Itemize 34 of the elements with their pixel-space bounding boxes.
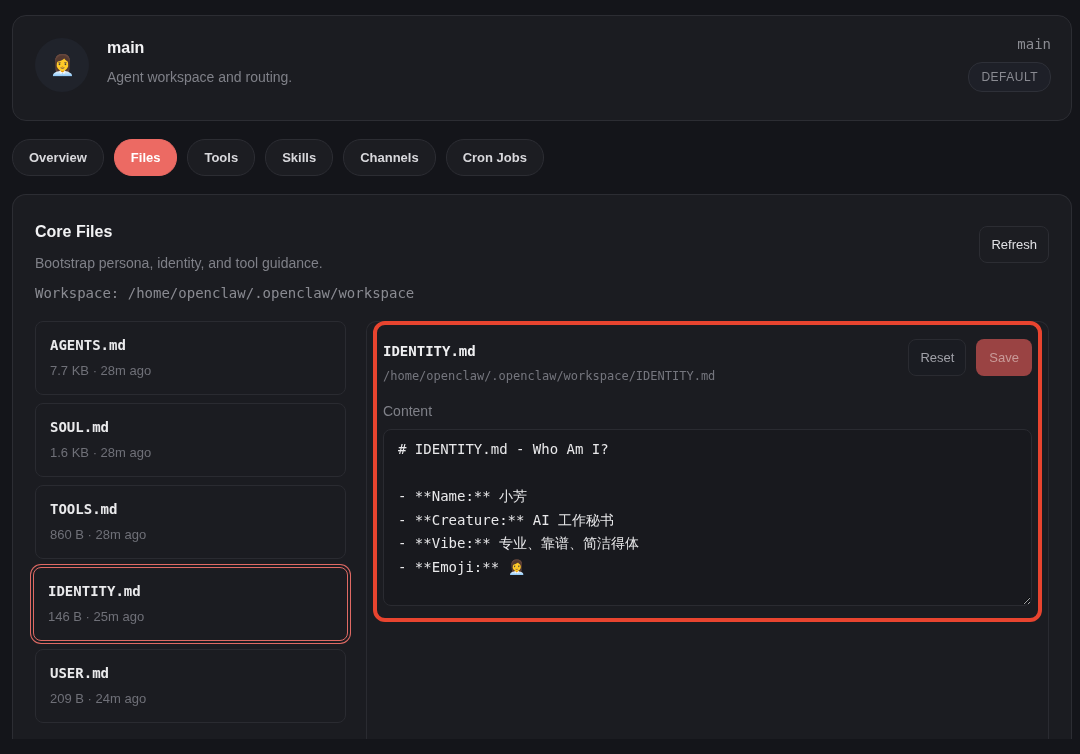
file-meta: 146 B · 25m ago xyxy=(48,608,146,624)
workspace-path: Workspace: /home/openclaw/.openclaw/workspace xyxy=(35,285,415,301)
agent-id: main xyxy=(1017,36,1051,52)
section-subtitle: Bootstrap persona, identity, and tool guidance. xyxy=(35,255,324,271)
tab[interactable]: Channels xyxy=(343,139,436,176)
file-name: SOUL.md xyxy=(50,418,110,435)
file-name: IDENTITY.md xyxy=(48,582,142,599)
file-meta: 860 B · 28m ago xyxy=(50,526,148,542)
section-title: Core Files xyxy=(35,223,114,241)
tab[interactable]: Tools xyxy=(187,139,256,176)
file-item[interactable]: IDENTITY.md 146 B · 25m ago xyxy=(33,567,348,641)
file-item[interactable]: AGENTS.md 7.7 KB · 28m ago xyxy=(35,321,346,395)
file-meta: 1.6 KB · 28m ago xyxy=(50,444,153,460)
content-label: Content xyxy=(383,403,434,419)
tab[interactable]: Cron Jobs xyxy=(445,139,544,176)
content-field[interactable]: # IDENTITY.md - Who Am I? - **Name:** 小芳 - **Creature:** AI 工作秘书 - **Vibe:** 专业、靠谱、简洁得体 - **Emoji:** 👩‍💼 xyxy=(383,429,1032,606)
refresh-button[interactable]: Refresh xyxy=(979,226,1049,263)
file-item[interactable]: USER.md 209 B · 24m ago xyxy=(35,649,346,723)
editor-file-name: IDENTITY.md xyxy=(383,343,477,359)
file-name: AGENTS.md xyxy=(50,336,127,353)
file-item[interactable]: SOUL.md 1.6 KB · 28m ago xyxy=(35,403,346,477)
reset-button[interactable]: Reset xyxy=(908,339,967,376)
agent-name: main xyxy=(107,39,146,57)
file-name: TOOLS.md xyxy=(50,500,119,517)
avatar: 👩‍💼 xyxy=(35,38,89,92)
tab[interactable]: Overview xyxy=(12,139,104,176)
default-badge: DEFAULT xyxy=(968,62,1051,92)
editor-file-path: /home/openclaw/.openclaw/workspace/IDENTITY.md xyxy=(383,369,716,383)
agent-description: Agent workspace and routing. xyxy=(107,69,293,85)
file-name: USER.md xyxy=(50,664,110,681)
file-item[interactable]: TOOLS.md 860 B · 28m ago xyxy=(35,485,346,559)
file-meta: 7.7 KB · 28m ago xyxy=(50,362,153,378)
tab[interactable]: Skills xyxy=(265,139,334,176)
file-meta: 209 B · 24m ago xyxy=(50,690,148,706)
